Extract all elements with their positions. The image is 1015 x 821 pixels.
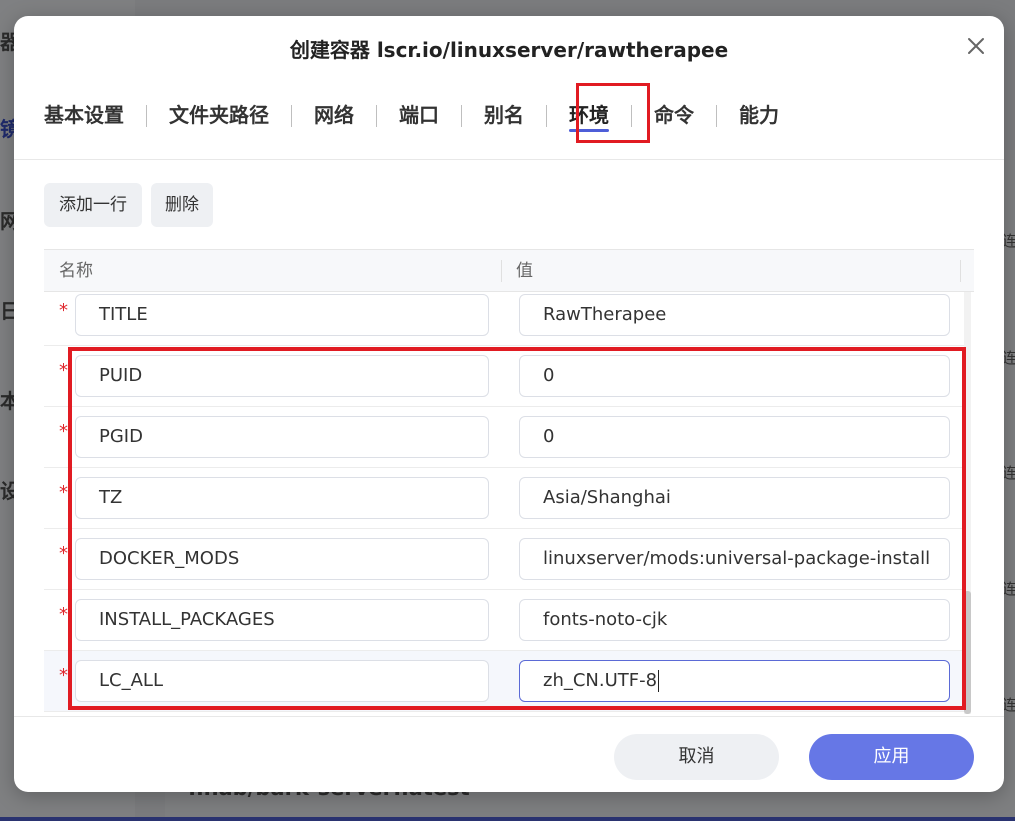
table-body: * TITLE RawTherapee * PUID 0 * PGID 0 * … (44, 292, 964, 712)
env-value-field[interactable]: 0 (519, 416, 950, 458)
env-value-field[interactable]: RawTherapee (519, 294, 950, 336)
table-row: * DOCKER_MODS linuxserver/mods:universal… (44, 529, 964, 590)
table-row: * LC_ALL zh_CN.UTF-8 (44, 651, 964, 712)
required-marker: * (59, 300, 68, 321)
table-row: * TZ Asia/Shanghai (44, 468, 964, 529)
env-value-text: zh_CN.UTF-8 (543, 670, 658, 691)
required-marker: * (59, 604, 68, 625)
add-row-button[interactable]: 添加一行 (44, 183, 142, 227)
required-marker: * (59, 360, 68, 381)
table-row: * PUID 0 (44, 346, 964, 407)
column-divider (960, 260, 961, 282)
text-caret (658, 670, 660, 692)
tab-basic-settings[interactable]: 基本设置 (44, 96, 124, 136)
table-row: * PGID 0 (44, 407, 964, 468)
column-header-value: 值 (516, 261, 533, 281)
table-row: * TITLE RawTherapee (44, 292, 964, 346)
tab-divider (291, 105, 292, 127)
env-name-field[interactable]: TZ (75, 477, 489, 519)
env-name-field[interactable]: TITLE (75, 294, 489, 336)
required-marker: * (59, 421, 68, 442)
tab-divider (546, 105, 547, 127)
tab-ports[interactable]: 端口 (399, 96, 439, 136)
tab-environment[interactable]: 环境 (569, 96, 609, 136)
env-name-field[interactable]: PUID (75, 355, 489, 397)
tab-divider (716, 105, 717, 127)
background-bottom-bar (0, 817, 1015, 821)
env-name-field[interactable]: PGID (75, 416, 489, 458)
table-header: 名称 值 (44, 249, 974, 292)
env-table: 名称 值 * TITLE RawTherapee * PUID 0 * PGID… (44, 249, 974, 714)
tab-network[interactable]: 网络 (314, 96, 354, 136)
apply-button[interactable]: 应用 (809, 734, 974, 780)
required-marker: * (59, 482, 68, 503)
required-marker: * (59, 665, 68, 686)
delete-button[interactable]: 删除 (151, 183, 213, 227)
env-value-field[interactable]: linuxserver/mods:universal-package-insta… (519, 538, 950, 580)
column-divider (501, 260, 502, 282)
tab-divider (631, 105, 632, 127)
tabs-divider (14, 159, 1004, 160)
env-value-field[interactable]: fonts-noto-cjk (519, 599, 950, 641)
tab-bar: 基本设置 文件夹路径 网络 端口 别名 环境 命令 能力 (44, 96, 779, 136)
cancel-button[interactable]: 取消 (614, 734, 779, 780)
table-row: * INSTALL_PACKAGES fonts-noto-cjk (44, 590, 964, 651)
tab-aliases[interactable]: 别名 (484, 96, 524, 136)
env-value-field[interactable]: Asia/Shanghai (519, 477, 950, 519)
tab-capabilities[interactable]: 能力 (739, 96, 779, 136)
close-icon[interactable] (964, 34, 988, 58)
env-name-field[interactable]: INSTALL_PACKAGES (75, 599, 489, 641)
env-name-field[interactable]: DOCKER_MODS (75, 538, 489, 580)
tab-divider (146, 105, 147, 127)
column-header-name: 名称 (59, 261, 93, 281)
tab-divider (376, 105, 377, 127)
tab-divider (461, 105, 462, 127)
required-marker: * (59, 543, 68, 564)
footer-divider (14, 716, 1004, 717)
tab-folder-paths[interactable]: 文件夹路径 (169, 96, 269, 136)
tab-command[interactable]: 命令 (654, 96, 694, 136)
scrollbar-thumb[interactable] (964, 591, 971, 714)
create-container-dialog: 创建容器 lscr.io/linuxserver/rawtherapee 基本设… (14, 16, 1004, 792)
dialog-title: 创建容器 lscr.io/linuxserver/rawtherapee (289, 38, 729, 62)
env-value-field-focused[interactable]: zh_CN.UTF-8 (519, 660, 950, 702)
env-name-field[interactable]: LC_ALL (75, 660, 489, 702)
env-value-field[interactable]: 0 (519, 355, 950, 397)
